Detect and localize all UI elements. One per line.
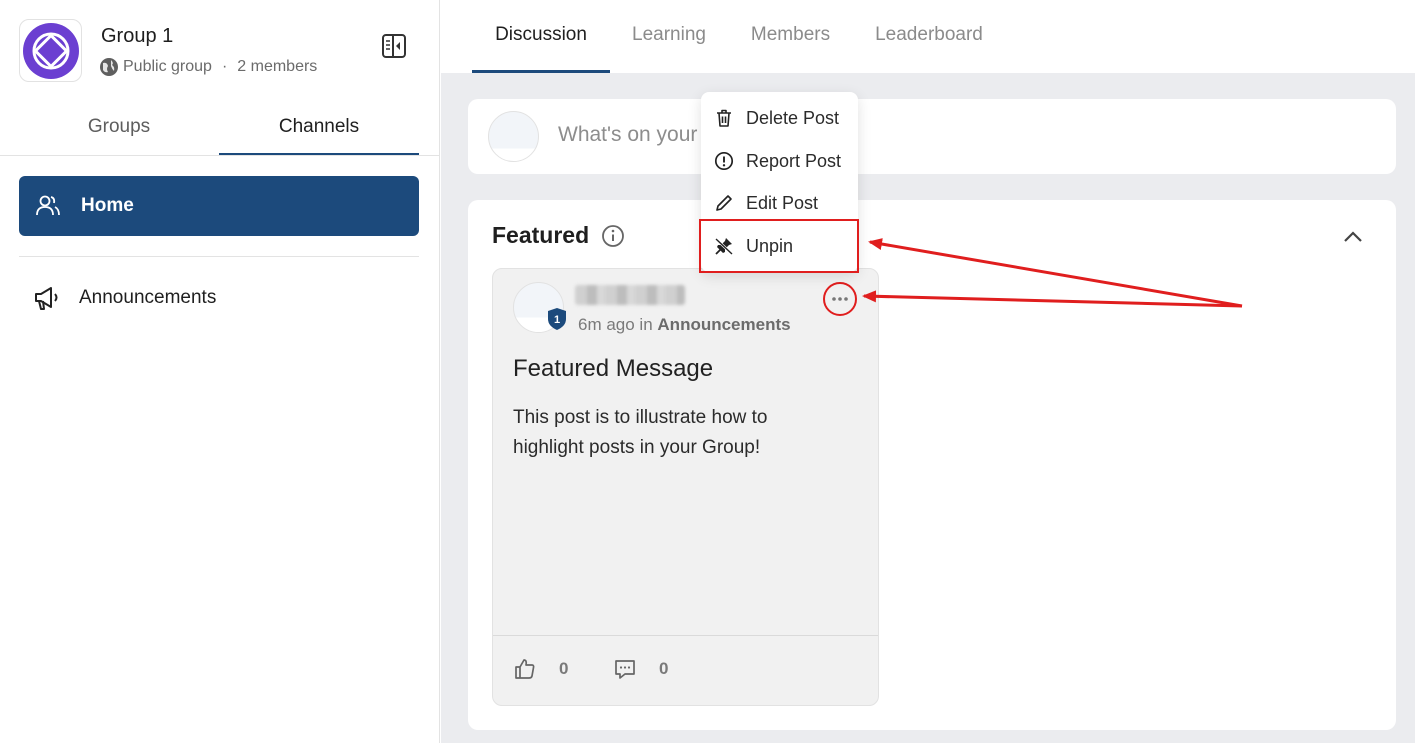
featured-post-card[interactable]: 1 6m ago in Announcements Featured Messa…	[492, 268, 879, 706]
comment-count: 0	[659, 659, 669, 678]
tab-learning[interactable]: Learning	[617, 0, 721, 73]
meta-separator: ·	[221, 58, 228, 75]
main-tabs: Discussion Learning Members Leaderboard	[441, 0, 1415, 73]
menu-item-label: Edit Post	[746, 192, 819, 213]
tab-groups[interactable]: Groups	[19, 104, 219, 156]
main-content: Discussion Learning Members Leaderboard …	[441, 0, 1415, 743]
avatar	[488, 111, 539, 162]
sidebar-item-label: Home	[81, 195, 134, 216]
more-horizontal-icon	[832, 297, 848, 301]
menu-item-label: Delete Post	[746, 107, 840, 128]
menu-item-edit-post[interactable]: Edit Post	[701, 182, 858, 224]
chevron-up-icon	[1344, 231, 1362, 242]
divider	[19, 256, 419, 257]
tab-members[interactable]: Members	[737, 0, 844, 73]
group-name: Group 1	[101, 25, 174, 47]
comment-button[interactable]: 0	[613, 657, 668, 681]
post-context-menu: Delete Post Report Post Edit Post Unpin	[699, 92, 859, 273]
level-badge-text: 1	[554, 314, 560, 326]
composer-placeholder: What's on your	[558, 123, 698, 146]
sidebar: Group 1 Public group · 2 members Groups …	[0, 0, 440, 743]
post-channel-link[interactable]: Announcements	[657, 315, 790, 334]
divider	[0, 155, 440, 156]
featured-title: Featured	[492, 222, 590, 248]
group-visibility: Public group	[123, 58, 212, 75]
like-button[interactable]: 0	[513, 657, 568, 681]
users-icon	[36, 195, 60, 216]
menu-item-label: Report Post	[746, 150, 842, 171]
sidebar-item-announcements[interactable]: Announcements	[19, 276, 419, 320]
menu-item-report-post[interactable]: Report Post	[701, 140, 858, 182]
menu-item-unpin[interactable]: Unpin	[699, 219, 859, 273]
post-body: This post is to illustrate how to highli…	[513, 407, 768, 458]
menu-item-label: Unpin	[746, 235, 794, 256]
trash-icon	[717, 109, 731, 127]
collapse-featured-button[interactable]	[1342, 226, 1364, 248]
post-time: 6m ago in	[578, 315, 653, 334]
menu-item-delete-post[interactable]: Delete Post	[701, 97, 858, 139]
tab-channels[interactable]: Channels	[219, 104, 419, 156]
post-meta: 6m ago in Announcements	[578, 315, 791, 335]
tab-leaderboard[interactable]: Leaderboard	[861, 0, 997, 73]
divider	[493, 635, 878, 636]
info-icon[interactable]	[601, 224, 625, 248]
pencil-icon	[716, 195, 732, 211]
post-title: Featured Message	[513, 355, 714, 382]
group-meta: Public group · 2 members	[99, 57, 317, 77]
pin-off-icon	[715, 238, 733, 255]
post-options-button[interactable]	[823, 282, 857, 316]
megaphone-icon	[35, 287, 58, 310]
group-logo	[19, 19, 82, 82]
sidebar-tabs: Groups Channels	[19, 104, 419, 156]
sidebar-item-home[interactable]: Home	[19, 176, 419, 236]
group-header: Group 1 Public group · 2 members	[19, 19, 419, 83]
globe-icon	[100, 58, 118, 76]
featured-heading: Featured	[492, 222, 625, 249]
like-count: 0	[559, 659, 569, 678]
comment-icon	[615, 660, 635, 679]
featured-section: Featured 1 6m ago in Announcements Featu…	[468, 200, 1396, 730]
sidebar-item-label: Announcements	[79, 287, 217, 308]
level-badge-icon: 1	[548, 308, 566, 330]
thumbs-up-icon	[515, 659, 535, 679]
collapse-sidebar-button[interactable]	[381, 33, 407, 59]
group-members-count: 2 members	[237, 58, 318, 75]
post-composer[interactable]: What's on your	[468, 99, 1396, 174]
author-name-blurred[interactable]	[575, 285, 685, 305]
tab-discussion[interactable]: Discussion	[472, 0, 610, 73]
alert-circle-icon	[714, 151, 734, 171]
sidebar-collapse-icon	[382, 34, 406, 58]
group-logo-icon	[22, 22, 79, 79]
